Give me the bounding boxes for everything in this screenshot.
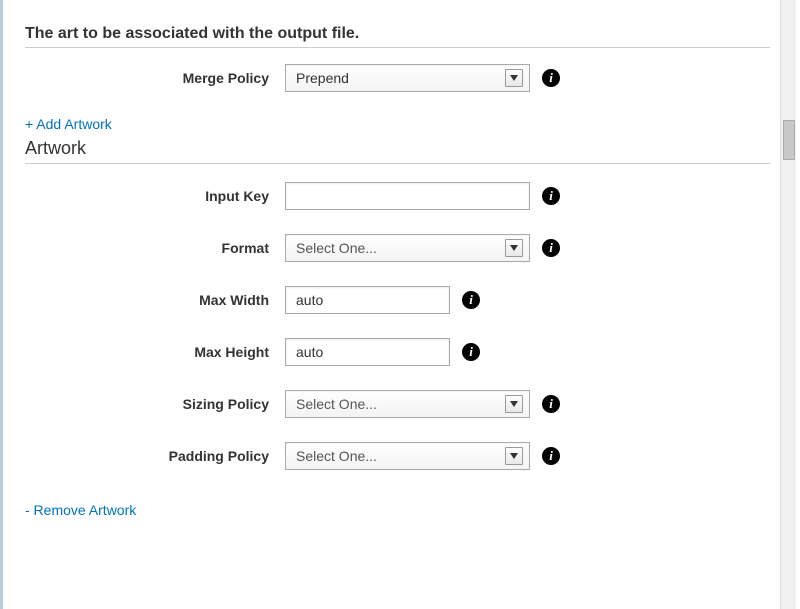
format-value: Select One... [296, 240, 377, 256]
format-row: Format Select One... i [25, 234, 770, 262]
artwork-heading: Artwork [25, 138, 770, 164]
input-key-field[interactable] [285, 182, 530, 210]
format-select[interactable]: Select One... [285, 234, 530, 262]
info-icon[interactable]: i [542, 447, 560, 465]
scrollbar[interactable] [780, 0, 796, 609]
chevron-down-icon [505, 69, 523, 87]
max-height-row: Max Height i [25, 338, 770, 366]
padding-policy-select[interactable]: Select One... [285, 442, 530, 470]
section-description: The art to be associated with the output… [25, 25, 770, 48]
sizing-policy-row: Sizing Policy Select One... i [25, 390, 770, 418]
info-icon[interactable]: i [462, 291, 480, 309]
input-key-label: Input Key [25, 188, 285, 204]
info-icon[interactable]: i [542, 187, 560, 205]
padding-policy-row: Padding Policy Select One... i [25, 442, 770, 470]
merge-policy-value: Prepend [296, 70, 349, 86]
padding-policy-label: Padding Policy [25, 448, 285, 464]
merge-policy-row: Merge Policy Prepend i [25, 64, 770, 92]
merge-policy-select[interactable]: Prepend [285, 64, 530, 92]
form-container: The art to be associated with the output… [25, 25, 770, 518]
chevron-down-icon [505, 239, 523, 257]
max-width-row: Max Width i [25, 286, 770, 314]
info-icon[interactable]: i [542, 395, 560, 413]
max-height-field[interactable] [285, 338, 450, 366]
info-icon[interactable]: i [542, 69, 560, 87]
max-height-label: Max Height [25, 344, 285, 360]
sizing-policy-value: Select One... [296, 396, 377, 412]
sizing-policy-select[interactable]: Select One... [285, 390, 530, 418]
add-artwork-link[interactable]: + Add Artwork [25, 116, 112, 132]
chevron-down-icon [505, 395, 523, 413]
merge-policy-label: Merge Policy [25, 70, 285, 86]
max-width-field[interactable] [285, 286, 450, 314]
sizing-policy-label: Sizing Policy [25, 396, 285, 412]
max-width-label: Max Width [25, 292, 285, 308]
left-accent-bar [0, 0, 3, 609]
info-icon[interactable]: i [462, 343, 480, 361]
remove-artwork-link[interactable]: - Remove Artwork [25, 502, 136, 518]
info-icon[interactable]: i [542, 239, 560, 257]
scrollbar-thumb[interactable] [783, 120, 795, 160]
input-key-row: Input Key i [25, 182, 770, 210]
format-label: Format [25, 240, 285, 256]
chevron-down-icon [505, 447, 523, 465]
padding-policy-value: Select One... [296, 448, 377, 464]
